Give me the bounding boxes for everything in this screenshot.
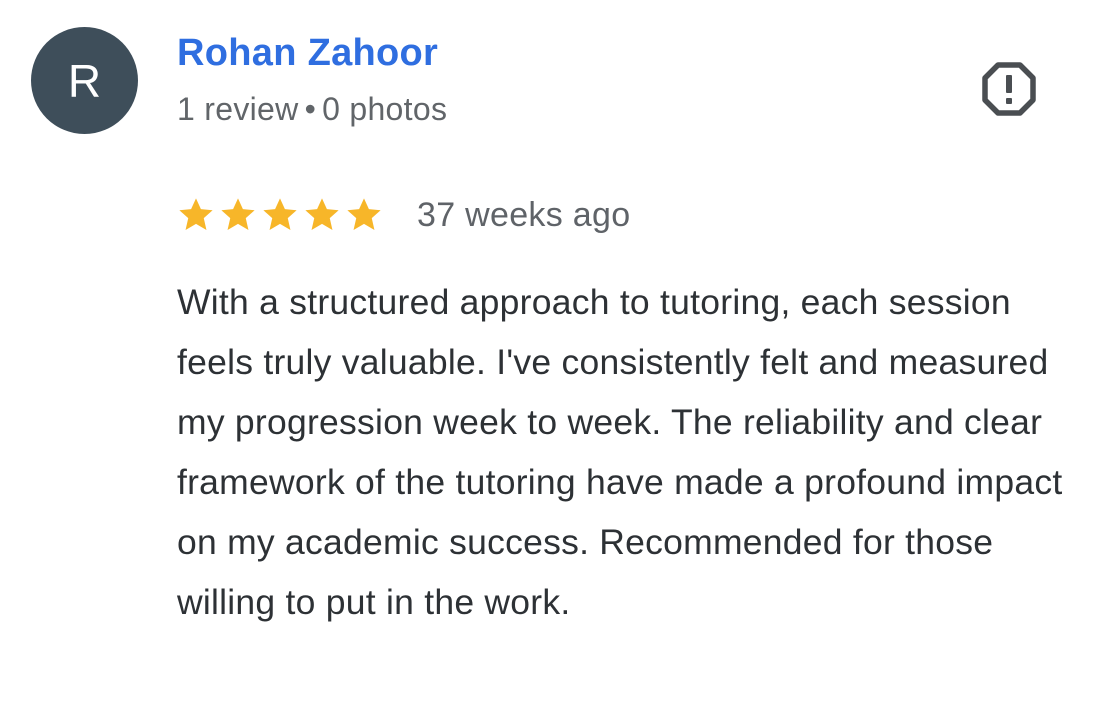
meta-separator: • bbox=[304, 91, 317, 127]
avatar-initial: R bbox=[67, 54, 102, 107]
report-review-button[interactable] bbox=[978, 58, 1040, 120]
report-flag-icon bbox=[982, 62, 1036, 116]
reviewer-name-link[interactable]: Rohan Zahoor bbox=[177, 32, 438, 75]
star-filled-icon bbox=[347, 198, 381, 231]
star-filled-icon bbox=[179, 198, 213, 231]
star-filled-icon bbox=[263, 198, 297, 231]
avatar[interactable]: R bbox=[31, 27, 138, 134]
review-time: 37 weeks ago bbox=[417, 195, 631, 234]
reviewer-meta: 1 review • 0 photos bbox=[177, 91, 447, 128]
star-filled-icon bbox=[305, 198, 339, 231]
star-rating bbox=[177, 196, 387, 234]
star-filled-icon bbox=[221, 198, 255, 231]
rating-row: 37 weeks ago bbox=[177, 190, 630, 240]
photos-count: 0 photos bbox=[322, 91, 448, 127]
review-text: With a structured approach to tutoring, … bbox=[177, 282, 1063, 622]
reviews-count: 1 review bbox=[177, 91, 299, 127]
review-card: R Rohan Zahoor 1 review • 0 photos 37 week… bbox=[0, 0, 1111, 710]
